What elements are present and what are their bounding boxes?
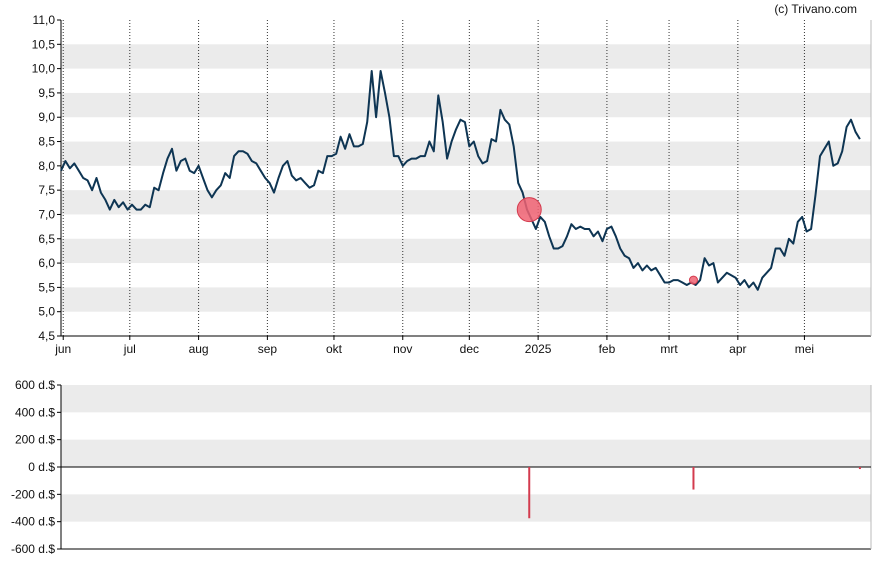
x-tick-label: apr	[729, 342, 746, 356]
grid-band	[61, 238, 871, 264]
transaction-marker	[688, 275, 698, 285]
y-tick-label: -200 d.$	[11, 487, 55, 501]
grid-band	[61, 287, 871, 312]
x-tick-label: okt	[326, 342, 343, 356]
y-tick-label: 600 d.$	[15, 378, 55, 392]
y-tick-label: 5,0	[38, 305, 55, 319]
x-tick-label: nov	[393, 342, 412, 356]
x-tick-label: dec	[460, 342, 479, 356]
grid-band	[61, 494, 871, 522]
credit-label: (c) Trivano.com	[774, 2, 857, 16]
chart-svg: (c) Trivano.com 11,0 10,5 10,0 9,5 9,0 8,5 8,0…	[11, 2, 872, 556]
y-tick-label: 10,0	[32, 62, 56, 76]
x-tick-label: feb	[599, 342, 616, 356]
y-tick-label: 200 d.$	[15, 433, 55, 447]
y-tick-label: 8,0	[38, 159, 55, 173]
x-tick-label: sep	[258, 342, 278, 356]
x-tick-label: jul	[123, 342, 136, 356]
grid-band	[61, 92, 871, 118]
x-tick-label: mei	[795, 342, 814, 356]
transaction-marker	[516, 197, 542, 223]
y-tick-label: 11,0	[33, 13, 56, 27]
x-tick-label: aug	[189, 342, 209, 356]
y-tick-label: 7,0	[38, 207, 55, 221]
y-tick-label: 5,5	[38, 280, 55, 294]
y-tick-label: 6,5	[38, 232, 55, 246]
y-tick-label: 6,0	[38, 256, 55, 270]
y-tick-label: 9,5	[38, 86, 55, 100]
transaction-panel: 600 d.$ 400 d.$ 200 d.$ 0 d.$ -200 d.$ -400 d…	[11, 378, 872, 556]
y-tick-label: 7,5	[38, 183, 55, 197]
y-tick-label: -600 d.$	[11, 542, 55, 556]
y-tick-label: 9,0	[38, 110, 55, 124]
x-tick-label: jun	[54, 342, 71, 356]
grid-band	[61, 141, 871, 166]
grid-band	[61, 44, 871, 69]
x-tick-label: mrt	[660, 342, 678, 356]
x-tick-label: 2025	[525, 342, 552, 356]
y-tick-label: 10,5	[32, 37, 56, 51]
y-tick-label: 8,5	[38, 135, 55, 149]
grid-band	[61, 190, 871, 215]
y-tick-label: 0 d.$	[28, 460, 55, 474]
y-tick-label: -400 d.$	[11, 515, 55, 529]
grid-band	[61, 385, 871, 413]
y-tick-label: 4,5	[38, 329, 55, 343]
y-tick-label: 400 d.$	[15, 405, 55, 419]
grid-band	[61, 439, 871, 467]
price-panel: 11,0 10,5 10,0 9,5 9,0 8,5 8,0 7,5 7,0 6,5 6,0 5,5 5…	[32, 13, 872, 356]
